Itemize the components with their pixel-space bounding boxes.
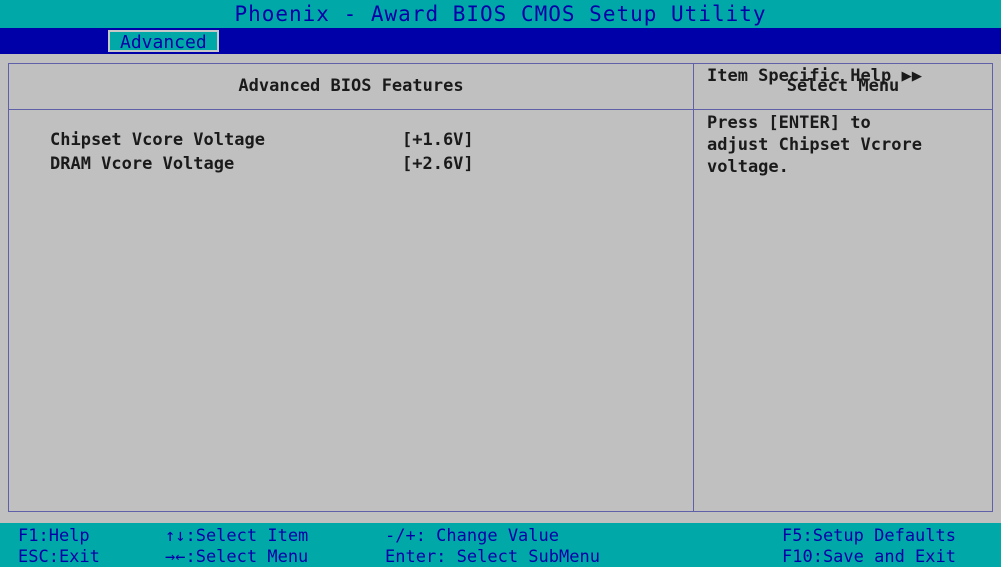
menu-bar: Advanced	[0, 28, 1001, 54]
setting-chipset-vcore[interactable]: Chipset Vcore Voltage [+1.6V]	[50, 130, 650, 154]
key-f5-defaults: F5:Setup Defaults	[782, 526, 956, 546]
setting-value[interactable]: [+1.6V]	[402, 130, 474, 150]
key-select-item: ↑↓:Select Item	[165, 526, 309, 546]
window-title: Phoenix - Award BIOS CMOS Setup Utility	[0, 0, 1001, 28]
setting-label: DRAM Vcore Voltage	[50, 154, 235, 174]
key-enter-submenu: Enter: Select SubMenu	[385, 547, 600, 567]
setting-value[interactable]: [+2.6V]	[402, 154, 474, 174]
key-f10-save-exit: F10:Save and Exit	[782, 547, 956, 567]
key-select-menu: →←:Select Menu	[165, 547, 309, 567]
help-title: Item Specific Help ▶▶	[707, 66, 922, 86]
setting-label: Chipset Vcore Voltage	[50, 130, 265, 150]
key-change-value: -/+: Change Value	[385, 526, 559, 546]
key-f1-help: F1:Help	[18, 526, 90, 546]
tab-advanced[interactable]: Advanced	[108, 30, 219, 53]
section-header: Advanced BIOS Features	[238, 76, 464, 96]
setting-dram-vcore[interactable]: DRAM Vcore Voltage [+2.6V]	[50, 154, 650, 178]
header-divider	[9, 109, 992, 110]
help-text: Press [ENTER] to adjust Chipset Vcrore v…	[707, 113, 922, 177]
panel-divider	[693, 64, 694, 511]
key-help-bar: F1:Help ↑↓:Select Item -/+: Change Value…	[0, 523, 1001, 567]
key-esc-exit: ESC:Exit	[18, 547, 100, 567]
